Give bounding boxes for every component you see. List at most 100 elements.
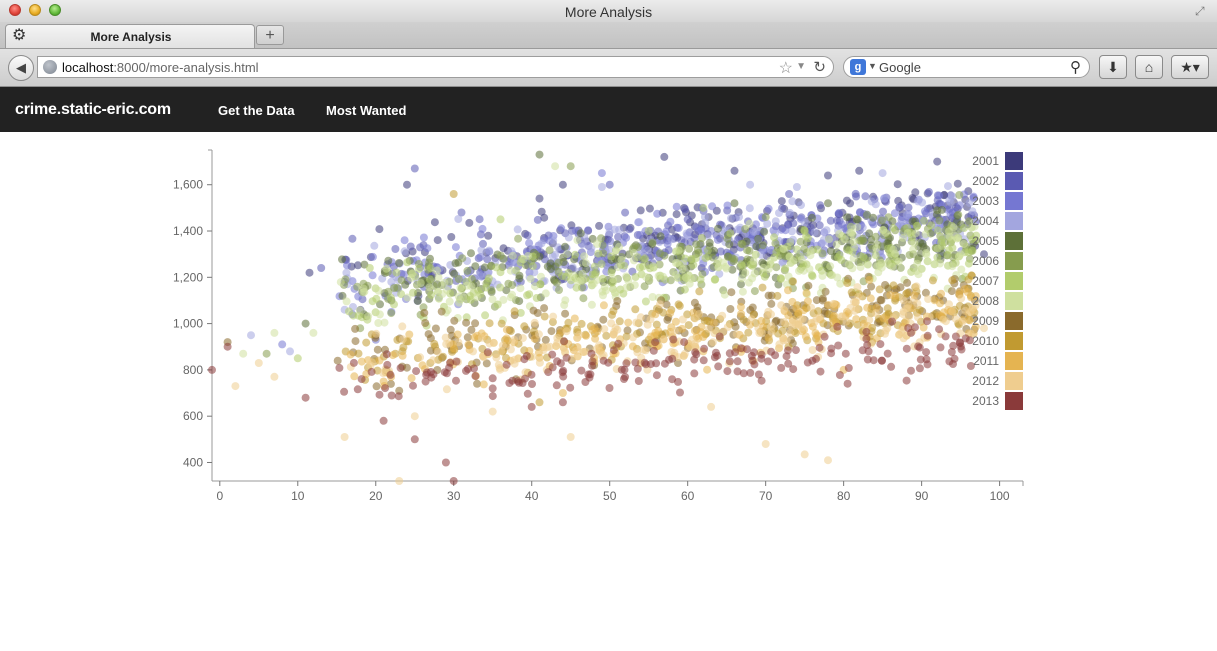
data-point[interactable]	[520, 322, 529, 331]
data-point[interactable]	[902, 344, 911, 353]
data-point[interactable]	[451, 243, 460, 252]
legend-swatch-2001[interactable]	[1005, 152, 1023, 170]
data-point[interactable]	[775, 209, 783, 217]
data-point[interactable]	[714, 256, 723, 265]
data-point[interactable]	[673, 259, 682, 268]
data-point[interactable]	[923, 360, 932, 369]
data-point[interactable]	[681, 205, 690, 214]
data-point[interactable]	[821, 287, 830, 296]
data-point[interactable]	[400, 247, 409, 256]
data-point[interactable]	[935, 191, 944, 200]
data-point[interactable]	[952, 234, 961, 243]
data-point[interactable]	[921, 230, 930, 239]
data-point[interactable]	[843, 279, 852, 287]
data-point[interactable]	[552, 278, 561, 287]
data-point[interactable]	[843, 379, 852, 388]
data-point[interactable]	[510, 335, 519, 344]
data-point[interactable]	[727, 214, 735, 223]
data-point[interactable]	[880, 194, 889, 203]
nav-most-wanted[interactable]: Most Wanted	[326, 103, 406, 118]
data-point[interactable]	[757, 350, 766, 359]
data-point[interactable]	[379, 416, 388, 425]
data-point[interactable]	[398, 351, 407, 360]
data-point[interactable]	[597, 260, 606, 268]
data-point[interactable]	[738, 261, 747, 270]
data-point[interactable]	[911, 323, 919, 332]
data-point[interactable]	[699, 203, 708, 212]
data-point[interactable]	[488, 384, 497, 393]
data-point[interactable]	[818, 294, 827, 303]
data-point[interactable]	[767, 299, 776, 308]
data-point[interactable]	[624, 318, 633, 327]
data-point[interactable]	[750, 360, 759, 369]
data-point[interactable]	[597, 169, 606, 178]
data-point[interactable]	[416, 243, 425, 252]
data-point[interactable]	[485, 339, 494, 348]
data-point[interactable]	[446, 325, 455, 334]
data-point[interactable]	[703, 365, 712, 374]
data-point[interactable]	[945, 357, 954, 366]
data-point[interactable]	[672, 270, 681, 279]
data-point[interactable]	[508, 290, 516, 299]
legend-swatch-2012[interactable]	[1005, 372, 1023, 390]
data-point[interactable]	[656, 300, 664, 309]
data-point[interactable]	[792, 245, 801, 254]
data-point[interactable]	[558, 398, 567, 407]
data-point[interactable]	[587, 349, 596, 358]
data-point[interactable]	[883, 349, 892, 358]
data-point[interactable]	[629, 249, 638, 257]
data-point[interactable]	[561, 309, 570, 318]
data-point[interactable]	[425, 283, 434, 292]
data-point[interactable]	[482, 283, 491, 292]
data-point[interactable]	[557, 224, 566, 233]
data-point[interactable]	[387, 391, 396, 400]
data-point[interactable]	[933, 226, 942, 235]
data-point[interactable]	[560, 337, 569, 346]
chevron-down-icon[interactable]: ▼	[796, 61, 806, 72]
data-point[interactable]	[387, 309, 396, 318]
data-point[interactable]	[262, 349, 271, 358]
data-point[interactable]	[659, 272, 668, 281]
data-point[interactable]	[749, 257, 758, 266]
data-point[interactable]	[667, 235, 676, 244]
data-point[interactable]	[754, 234, 763, 243]
data-point[interactable]	[370, 241, 379, 250]
data-point[interactable]	[899, 310, 908, 319]
data-point[interactable]	[496, 268, 505, 277]
data-point[interactable]	[834, 341, 843, 350]
data-point[interactable]	[587, 300, 596, 309]
data-point[interactable]	[449, 190, 458, 198]
data-point[interactable]	[648, 238, 657, 247]
data-point[interactable]	[467, 282, 476, 291]
data-point[interactable]	[554, 243, 563, 252]
data-point[interactable]	[533, 215, 542, 224]
data-point[interactable]	[638, 262, 647, 271]
data-point[interactable]	[410, 412, 419, 421]
data-point[interactable]	[488, 374, 497, 383]
data-point[interactable]	[513, 225, 522, 234]
data-point[interactable]	[409, 381, 417, 390]
data-point[interactable]	[523, 389, 532, 398]
data-point[interactable]	[351, 324, 360, 333]
data-point[interactable]	[951, 314, 960, 323]
fullscreen-icon[interactable]: ⤢	[1195, 4, 1209, 18]
data-point[interactable]	[875, 261, 884, 270]
data-point[interactable]	[481, 311, 490, 320]
data-point[interactable]	[625, 225, 634, 234]
data-point[interactable]	[722, 264, 731, 273]
data-point[interactable]	[757, 329, 766, 338]
data-point[interactable]	[537, 272, 545, 281]
data-point[interactable]	[590, 324, 599, 333]
legend-swatch-2013[interactable]	[1005, 392, 1023, 410]
data-point[interactable]	[553, 338, 562, 347]
data-point[interactable]	[521, 374, 529, 383]
data-point[interactable]	[852, 192, 861, 201]
data-point[interactable]	[454, 275, 463, 283]
data-point[interactable]	[580, 252, 589, 261]
data-point[interactable]	[904, 324, 913, 332]
data-point[interactable]	[386, 370, 395, 379]
data-point[interactable]	[701, 254, 710, 263]
legend-swatch-2002[interactable]	[1005, 172, 1023, 190]
data-point[interactable]	[653, 209, 662, 218]
data-point[interactable]	[660, 152, 669, 161]
